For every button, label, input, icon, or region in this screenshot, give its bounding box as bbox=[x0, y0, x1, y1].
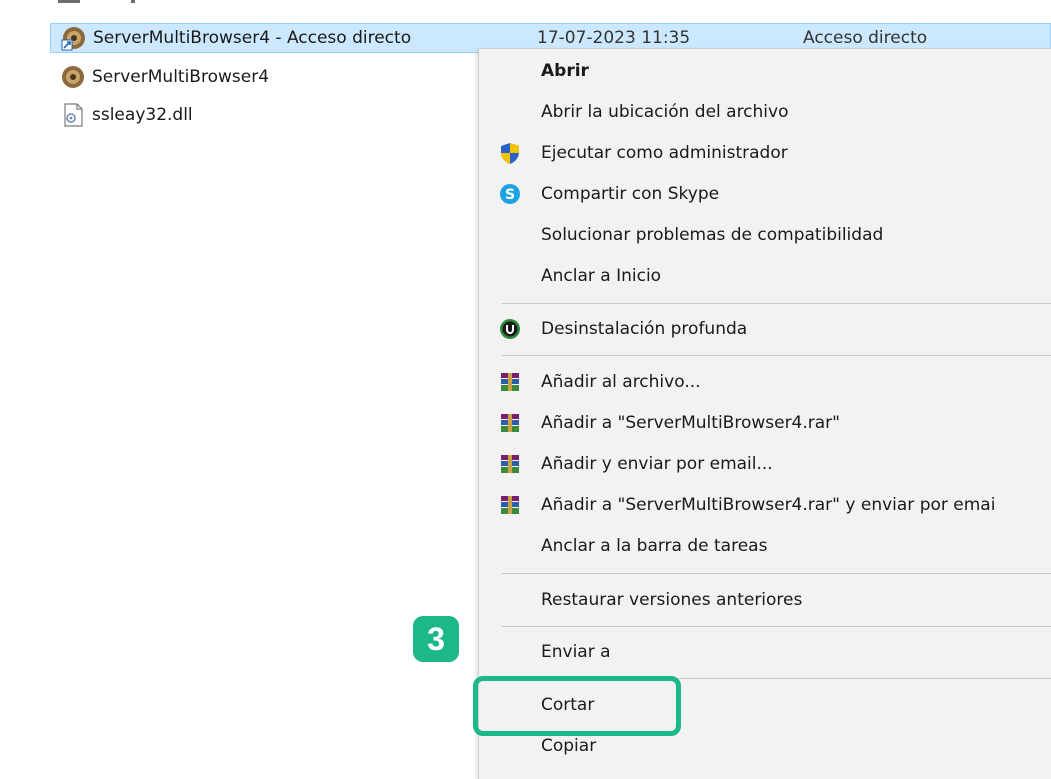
menu-item-abrir[interactable]: Abrir bbox=[479, 51, 1051, 91]
menu-separator bbox=[502, 573, 1051, 574]
menu-item-anadir-archivo[interactable]: Añadir al archivo... bbox=[479, 362, 1051, 402]
file-row-dll[interactable]: ssleay32.dll bbox=[60, 100, 193, 130]
winrar-icon bbox=[501, 496, 519, 514]
menu-item-restaurar[interactable]: Restaurar versiones anteriores bbox=[479, 580, 1051, 620]
file-name: ServerMultiBrowser4 bbox=[92, 67, 270, 87]
winrar-icon bbox=[501, 414, 519, 432]
skype-icon: S bbox=[500, 184, 520, 204]
menu-item-label: Copiar bbox=[541, 736, 597, 756]
svg-text:S: S bbox=[505, 187, 515, 203]
menu-item-label: Anclar a la barra de tareas bbox=[541, 536, 768, 556]
menu-item-anadir-rar-email[interactable]: Añadir a "ServerMultiBrowser4.rar" y env… bbox=[479, 485, 1051, 525]
menu-item-ejecutar-admin[interactable]: Ejecutar como administrador bbox=[479, 133, 1051, 173]
file-type: Acceso directo bbox=[803, 28, 928, 48]
file-name: ssleay32.dll bbox=[92, 105, 193, 125]
winrar-icon bbox=[501, 373, 519, 391]
menu-item-skype[interactable]: S Compartir con Skype bbox=[479, 174, 1051, 214]
menu-item-label: Añadir a "ServerMultiBrowser4.rar" bbox=[541, 413, 840, 433]
menu-item-anclar-inicio[interactable]: Anclar a Inicio bbox=[479, 256, 1051, 296]
menu-item-anadir-email[interactable]: Añadir y enviar por email... bbox=[479, 444, 1051, 484]
menu-separator bbox=[502, 626, 1051, 627]
winrar-icon bbox=[501, 455, 519, 473]
menu-item-anclar-barra[interactable]: Anclar a la barra de tareas bbox=[479, 526, 1051, 566]
uninstaller-icon bbox=[500, 319, 520, 339]
menu-item-enviar-a[interactable]: Enviar a bbox=[479, 632, 1051, 672]
menu-item-label: Abrir bbox=[541, 61, 589, 81]
menu-item-label: Solucionar problemas de compatibilidad bbox=[541, 225, 884, 245]
menu-separator bbox=[502, 303, 1051, 304]
shortcut-app-icon bbox=[61, 27, 85, 51]
menu-separator bbox=[502, 355, 1051, 356]
dll-file-icon bbox=[64, 103, 83, 127]
menu-item-label: Añadir a "ServerMultiBrowser4.rar" y env… bbox=[541, 495, 996, 515]
partial-row-icon bbox=[58, 0, 80, 3]
file-row-app[interactable]: ServerMultiBrowser4 bbox=[60, 62, 269, 92]
context-menu: Abrir Abrir la ubicación del archivo Eje… bbox=[478, 48, 1051, 779]
menu-item-compatibilidad[interactable]: Solucionar problemas de compatibilidad bbox=[479, 215, 1051, 255]
app-icon bbox=[62, 66, 84, 88]
file-name: ServerMultiBrowser4 - Acceso directo bbox=[93, 28, 412, 48]
menu-item-label: Desinstalación profunda bbox=[541, 319, 748, 339]
menu-item-label: Compartir con Skype bbox=[541, 184, 720, 204]
uac-shield-icon bbox=[501, 143, 519, 164]
menu-item-label: Enviar a bbox=[541, 642, 611, 662]
step-number-badge: 3 bbox=[413, 616, 459, 662]
partial-row-mark bbox=[131, 0, 135, 3]
menu-item-label: Ejecutar como administrador bbox=[541, 143, 788, 163]
menu-item-desinstalacion[interactable]: Desinstalación profunda bbox=[479, 309, 1051, 349]
menu-item-label: Anclar a Inicio bbox=[541, 266, 662, 286]
file-date: 17-07-2023 11:35 bbox=[537, 28, 691, 48]
menu-item-label: Añadir al archivo... bbox=[541, 372, 701, 392]
menu-item-label: Restaurar versiones anteriores bbox=[541, 590, 803, 610]
menu-item-anadir-rar[interactable]: Añadir a "ServerMultiBrowser4.rar" bbox=[479, 403, 1051, 443]
menu-item-label: Abrir la ubicación del archivo bbox=[541, 102, 789, 122]
menu-item-abrir-ubicacion[interactable]: Abrir la ubicación del archivo bbox=[479, 92, 1051, 132]
menu-item-label: Añadir y enviar por email... bbox=[541, 454, 773, 474]
highlight-box bbox=[473, 676, 681, 736]
